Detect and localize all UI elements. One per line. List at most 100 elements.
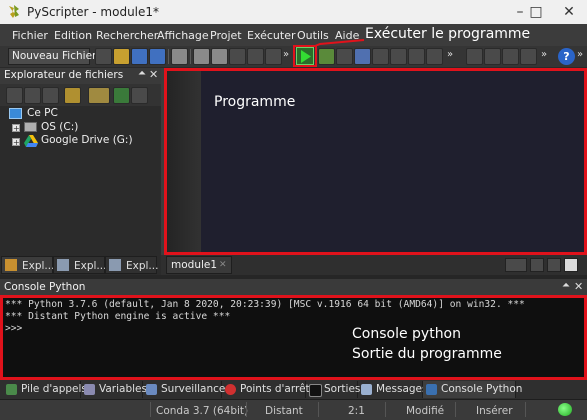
menu-executer[interactable]: Exécuter — [247, 29, 296, 42]
close-button[interactable]: ✕ — [551, 0, 587, 24]
toolbar-overflow-icon[interactable]: » — [577, 49, 583, 60]
redo-icon[interactable] — [265, 48, 282, 65]
toolbar-separator — [190, 49, 191, 64]
find-icon[interactable] — [502, 48, 519, 65]
close-panel-icon[interactable]: ✕ — [149, 68, 158, 81]
menu-rechercher[interactable]: Rechercher — [96, 29, 158, 42]
maximize-button[interactable]: □ — [516, 0, 556, 24]
tab-messages[interactable]: Messages — [358, 381, 428, 398]
status-engine: Distant — [265, 405, 303, 417]
editor-tab-module1[interactable]: module1 ✕ — [166, 256, 232, 274]
menu-projet[interactable]: Projet — [210, 29, 242, 42]
call-stack-icon — [6, 384, 17, 395]
close-tab-icon[interactable]: ✕ — [219, 257, 227, 273]
toolbar-overflow-icon[interactable]: » — [541, 49, 547, 60]
maximize-editor-icon[interactable] — [564, 258, 578, 272]
save-icon[interactable] — [131, 48, 148, 65]
tab-label: Messages — [376, 383, 428, 395]
pin-icon[interactable]: ⏶ — [562, 280, 570, 291]
save-all-icon[interactable] — [149, 48, 166, 65]
close-panel-icon[interactable]: ✕ — [574, 280, 583, 293]
new-file-button[interactable]: Nouveau Fichier... — [8, 48, 105, 65]
nav-back-icon[interactable] — [6, 87, 23, 104]
window-title: PyScripter - module1* — [27, 5, 160, 19]
tab-label: Console Python — [441, 383, 523, 395]
toolbar-overflow-icon[interactable]: » — [447, 49, 453, 60]
expand-icon[interactable]: + — [12, 124, 20, 133]
paste-icon[interactable] — [229, 48, 246, 65]
menu-fichier[interactable]: Fichier — [12, 29, 48, 42]
forward-icon[interactable] — [484, 48, 501, 65]
stop-icon[interactable] — [426, 48, 443, 65]
status-separator — [246, 402, 247, 417]
status-interpreter[interactable]: Conda 3.7 (64bit) — [156, 405, 248, 417]
nav-forward-icon[interactable] — [24, 87, 41, 104]
filter-icon[interactable] — [113, 87, 130, 104]
toolbar-separator — [168, 49, 169, 64]
project-explorer-icon — [109, 259, 121, 271]
computer-icon — [9, 108, 22, 119]
expand-icon[interactable]: + — [12, 138, 20, 147]
title-bar: PyScripter - module1* – □ ✕ — [0, 0, 587, 24]
pause-icon[interactable] — [408, 48, 425, 65]
tab-label: Points d'arrêts — [240, 383, 316, 395]
editor-tab-label: module1 — [171, 259, 218, 271]
split-vertical-icon[interactable] — [547, 258, 561, 272]
step-over-icon[interactable] — [372, 48, 389, 65]
file-explorer-title: Explorateur de fichiers — [4, 69, 124, 81]
breakpoint-icon — [225, 384, 236, 395]
tab-call-stack[interactable]: Pile d'appels — [3, 381, 87, 398]
tree-item-os-drive[interactable]: OS (C:) — [41, 121, 78, 133]
python-logo-icon — [6, 4, 22, 20]
editor-gutter — [167, 71, 201, 252]
status-separator — [318, 402, 319, 417]
browse-folder-icon[interactable] — [64, 87, 81, 104]
print-icon[interactable] — [171, 48, 188, 65]
google-drive-icon — [24, 135, 38, 147]
tree-item-google-drive[interactable]: Google Drive (G:) — [41, 134, 133, 146]
favorites-icon[interactable] — [88, 87, 110, 104]
tab-output[interactable]: Sorties — [306, 381, 361, 398]
tab-label: Pile d'appels — [21, 383, 87, 395]
new-document-icon[interactable] — [95, 48, 112, 65]
console-annotation: Sortie du programme — [352, 346, 502, 362]
tab-watches[interactable]: Surveillances — [143, 381, 231, 398]
tree-item-root[interactable]: Ce PC — [27, 107, 58, 119]
engine-status-icon — [558, 403, 572, 416]
copy-icon[interactable] — [211, 48, 228, 65]
nav-up-icon[interactable] — [42, 87, 59, 104]
explorer-tab-label: Expl... — [22, 260, 55, 272]
status-separator — [455, 402, 456, 417]
open-folder-icon[interactable] — [113, 48, 130, 65]
run-to-cursor-icon[interactable] — [336, 48, 353, 65]
variables-icon — [84, 384, 95, 395]
cut-icon[interactable] — [193, 48, 210, 65]
tab-variables[interactable]: Variables — [81, 381, 147, 398]
status-separator — [525, 402, 526, 417]
help-icon[interactable]: ? — [558, 48, 575, 65]
back-icon[interactable] — [466, 48, 483, 65]
messages-icon — [361, 384, 372, 395]
menu-affichage[interactable]: Affichage — [157, 29, 209, 42]
window-list-icon[interactable] — [505, 258, 527, 272]
explorer-tab-label: Expl... — [74, 260, 107, 272]
console-line: *** Python 3.7.6 (default, Jan 8 2020, 2… — [5, 299, 525, 310]
replace-icon[interactable] — [520, 48, 537, 65]
tab-breakpoints[interactable]: Points d'arrêts — [222, 381, 315, 398]
split-horizontal-icon[interactable] — [530, 258, 544, 272]
console-line: *** Distant Python engine is active *** — [5, 311, 231, 322]
folder-icon — [5, 259, 17, 271]
tab-python-console[interactable]: Console Python — [423, 381, 522, 398]
toolbar-overflow-icon[interactable]: » — [283, 49, 289, 60]
console-prompt: >>> — [5, 323, 23, 334]
tab-label: Sorties — [324, 383, 361, 395]
step-out-icon[interactable] — [390, 48, 407, 65]
pin-icon[interactable]: ⏶ — [138, 68, 146, 79]
undo-icon[interactable] — [247, 48, 264, 65]
refresh-icon[interactable] — [131, 87, 148, 104]
debug-icon[interactable] — [318, 48, 335, 65]
status-separator — [150, 402, 151, 417]
menu-edition[interactable]: Edition — [54, 29, 92, 42]
step-into-icon[interactable] — [354, 48, 371, 65]
status-separator — [385, 402, 386, 417]
